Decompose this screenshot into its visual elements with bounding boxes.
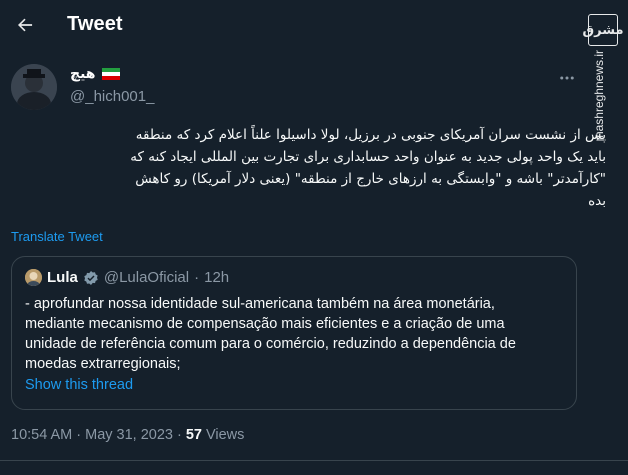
more-dots-icon <box>560 76 574 80</box>
author-handle[interactable]: @_hich001_ <box>70 88 154 105</box>
tweet-metadata: 10:54 AM · May 31, 2023 · 57 Views <box>11 427 244 443</box>
tweet-date[interactable]: May 31, 2023 <box>85 427 173 443</box>
tweet-text: پس از نشست سران آمریکای جنوبی در برزیل، … <box>10 124 606 212</box>
quoted-line: - aprofundar nossa identidade sul-americ… <box>25 296 495 312</box>
arrow-left-icon <box>18 18 33 32</box>
tweet-line: بده <box>588 193 606 209</box>
quoted-author-name: Lula <box>47 269 78 286</box>
back-button[interactable] <box>8 8 42 42</box>
tweet-line: باید یک واحد پولی جدید به عنوان واحد حسا… <box>130 149 606 165</box>
quoted-avatar-image <box>25 269 42 286</box>
quoted-tweet-text: - aprofundar nossa identidade sul-americ… <box>25 294 565 374</box>
tweet-time[interactable]: 10:54 AM <box>11 427 72 443</box>
translate-tweet-link[interactable]: Translate Tweet <box>11 229 103 244</box>
watermark-logo: مشرق <box>583 14 624 46</box>
divider <box>0 460 628 461</box>
meta-separator: · <box>176 427 182 443</box>
quoted-line: moedas extrarregionais; <box>25 356 181 372</box>
views-label: Views <box>205 427 245 443</box>
tweet-line: "کارآمدتر" باشه و "وابستگی به ارزهای خار… <box>135 171 606 187</box>
avatar[interactable] <box>11 64 57 110</box>
avatar-image <box>11 64 57 110</box>
watermark: مشرق mashreghnews.ir <box>583 6 624 141</box>
tweet-line: پس از نشست سران آمریکای جنوبی در برزیل، … <box>135 127 606 143</box>
header: Tweet <box>0 0 628 52</box>
verified-badge-icon <box>84 270 98 285</box>
quoted-tweet[interactable]: Lula @LulaOficial · 12h - aprofundar nos… <box>11 256 577 410</box>
author-name: هیچ <box>70 66 96 82</box>
quoted-separator: · <box>194 269 200 286</box>
page-title: Tweet <box>67 13 123 35</box>
quoted-author-handle: @LulaOficial <box>103 269 190 286</box>
show-thread-link[interactable]: Show this thread <box>25 377 133 393</box>
author-name-row[interactable]: هیچ <box>70 66 120 82</box>
quoted-line: mediante mecanismo de compensação mais e… <box>25 316 505 332</box>
quoted-timestamp: 12h <box>204 269 230 286</box>
more-options-button[interactable] <box>555 66 579 90</box>
quoted-line: unidade de referência comum para o comér… <box>25 336 516 352</box>
iran-flag-icon <box>101 68 120 80</box>
meta-separator: · <box>76 427 82 443</box>
quoted-avatar <box>25 269 42 286</box>
quoted-tweet-header: Lula @LulaOficial · 12h <box>25 269 229 286</box>
views-count: 57 <box>185 427 202 443</box>
